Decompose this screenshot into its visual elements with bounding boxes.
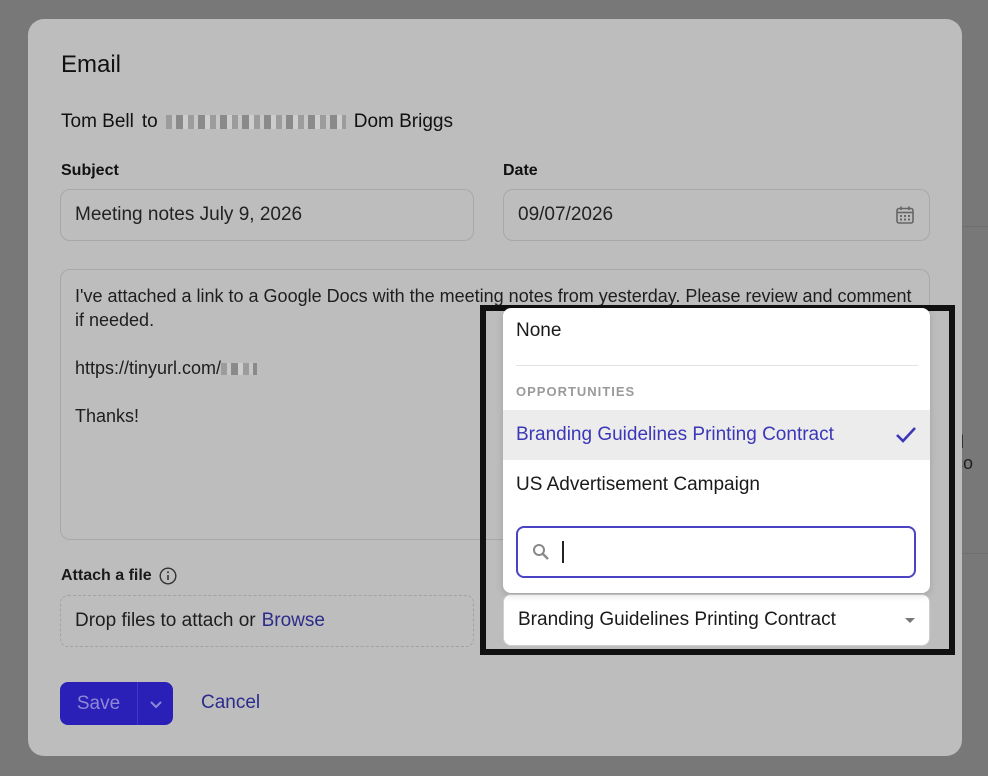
browse-link[interactable]: Browse	[262, 610, 325, 632]
dropdown-option-selected[interactable]: Branding Guidelines Printing Contract	[503, 410, 930, 460]
subject-value: Meeting notes July 9, 2026	[75, 204, 303, 225]
recipients-line: Tom Bell to Dom Briggs	[61, 111, 453, 133]
modal-title: Email	[61, 51, 122, 78]
dropdown-divider	[516, 365, 918, 366]
redacted-email	[165, 115, 346, 129]
opportunity-dropdown-menu: None OPPORTUNITIES Branding Guidelines P…	[503, 308, 930, 593]
save-options-button[interactable]	[138, 699, 173, 709]
save-button[interactable]: Save	[60, 693, 137, 715]
background-divider	[962, 226, 988, 227]
save-split-button: Save	[60, 682, 173, 725]
dropdown-option[interactable]: US Advertisement Campaign	[503, 460, 930, 510]
dropdown-option-label: US Advertisement Campaign	[516, 474, 760, 495]
calendar-icon[interactable]	[895, 205, 915, 225]
dropdown-option-none[interactable]: None	[516, 320, 561, 342]
info-icon[interactable]	[159, 567, 177, 585]
subject-label: Subject	[61, 162, 119, 179]
sender-name: Tom Bell	[61, 111, 134, 132]
dropdown-group-label: OPPORTUNITIES	[516, 384, 636, 399]
date-input[interactable]: 09/07/2026	[503, 189, 930, 241]
text-cursor	[562, 541, 564, 563]
search-icon	[533, 544, 549, 560]
dropdown-option-label: Branding Guidelines Printing Contract	[516, 424, 834, 445]
cancel-button[interactable]: Cancel	[201, 692, 260, 714]
dropzone-text: Drop files to attach or	[75, 610, 256, 631]
subject-input[interactable]: Meeting notes July 9, 2026	[60, 189, 474, 241]
to-word: to	[141, 111, 158, 132]
background-divider	[962, 553, 988, 554]
file-dropzone[interactable]: Drop files to attach or Browse	[60, 595, 474, 647]
attach-file-label: Attach a file	[61, 567, 177, 585]
chevron-down-icon	[149, 700, 162, 708]
date-label: Date	[503, 162, 538, 179]
recipient-name: Dom Briggs	[353, 111, 453, 132]
dropdown-search-input[interactable]	[516, 526, 916, 578]
date-value: 09/07/2026	[518, 204, 614, 225]
attach-label-text: Attach a file	[61, 567, 152, 584]
body-link: https://tinyurl.com/	[75, 358, 222, 378]
redacted-link-code	[221, 363, 258, 376]
checkmark-icon	[896, 427, 916, 443]
